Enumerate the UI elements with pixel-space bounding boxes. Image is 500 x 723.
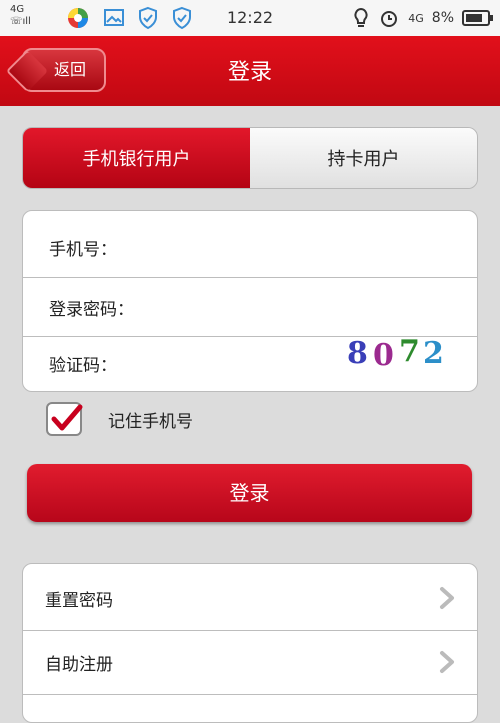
remember-phone[interactable]: 记住手机号 xyxy=(46,402,193,436)
tab-mobile-banking-user[interactable]: 手机银行用户 xyxy=(23,128,250,188)
phone-input[interactable] xyxy=(123,237,477,257)
menu-item-label: 自助注册 xyxy=(45,654,113,675)
checkmark-icon xyxy=(51,404,83,431)
password-label: 登录密码： xyxy=(49,299,134,320)
title-bar: 返回 登录 xyxy=(0,36,500,106)
network-type-right: 4G xyxy=(408,11,424,25)
tab-card-holder[interactable]: 持卡用户 xyxy=(250,128,477,188)
password-input[interactable] xyxy=(140,297,477,317)
remember-label: 记住手机号 xyxy=(108,411,193,432)
phone-label: 手机号： xyxy=(49,239,117,260)
status-bar: 4G ☏ıll 12:22 4G 8% xyxy=(0,0,500,36)
chevron-right-icon xyxy=(440,651,454,673)
menu-item-reset-password[interactable]: 重置密码 xyxy=(23,566,477,630)
phone-row: 手机号： xyxy=(23,217,477,277)
captcha-char: 0 xyxy=(373,338,394,373)
captcha-label: 验证码： xyxy=(49,355,117,376)
chevron-right-icon xyxy=(440,587,454,609)
battery-icon xyxy=(462,10,493,26)
captcha-input[interactable] xyxy=(123,353,307,373)
menu-item-self-register[interactable]: 自助注册 xyxy=(23,630,477,694)
battery-percent: 8% xyxy=(431,10,454,26)
login-form: 手机号： 登录密码： 验证码： 8 0 7 2 xyxy=(22,210,478,392)
menu-item-label: 重置密码 xyxy=(45,590,113,611)
captcha-char: 7 xyxy=(399,334,420,369)
password-row: 登录密码： xyxy=(23,277,477,337)
status-right: 4G 8% xyxy=(352,7,493,29)
captcha-char: 8 xyxy=(347,336,368,371)
login-type-tabs: 手机银行用户 持卡用户 xyxy=(22,127,478,189)
divider xyxy=(23,694,477,695)
alarm-icon xyxy=(381,11,398,27)
lightbulb-icon xyxy=(354,7,368,27)
login-button[interactable]: 登录 xyxy=(27,464,472,522)
remember-checkbox[interactable] xyxy=(46,402,83,436)
captcha-image[interactable]: 8 0 7 2 xyxy=(343,334,455,380)
page-title: 登录 xyxy=(227,60,272,85)
captcha-char: 2 xyxy=(423,336,444,371)
account-menu: 重置密码 自助注册 xyxy=(22,563,478,723)
